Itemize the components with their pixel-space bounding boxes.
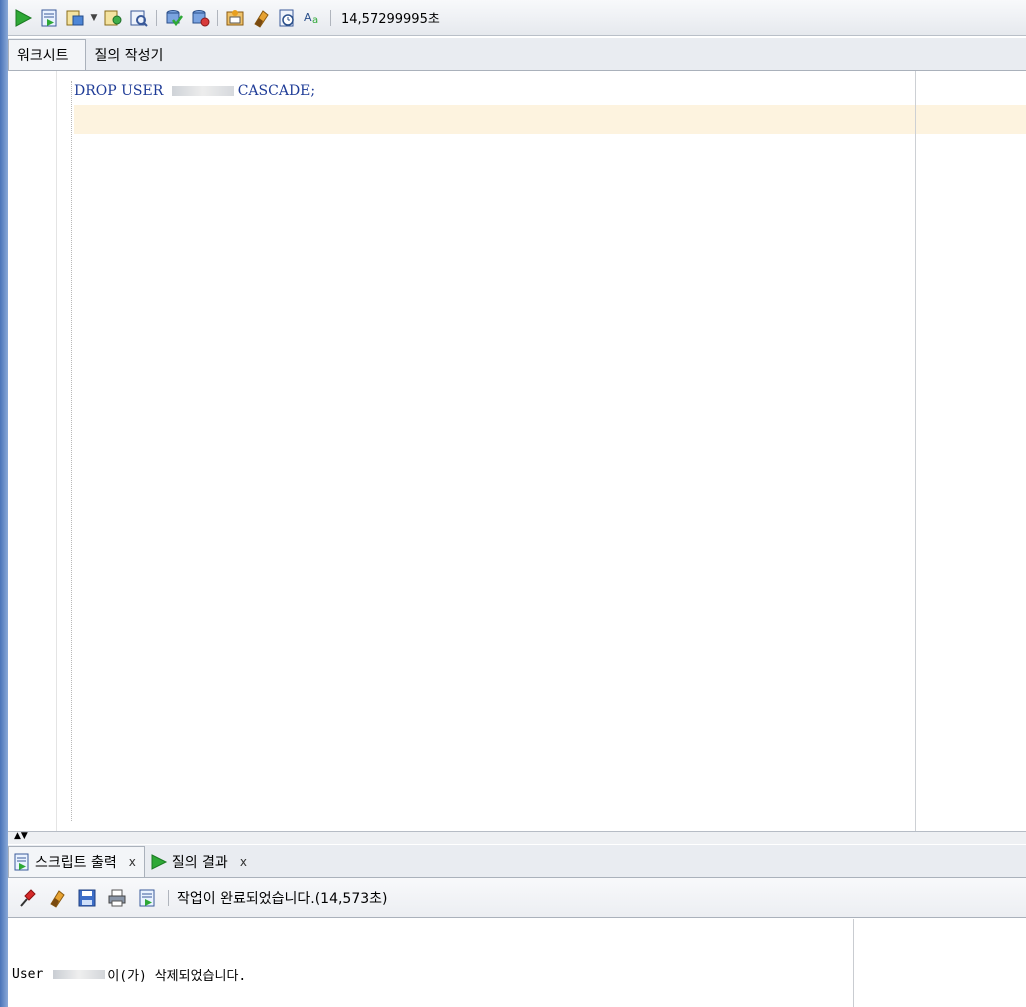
sql-drop-user: DROP USER [74,83,168,99]
toolbar-separator [168,889,169,906]
fold-guide [71,81,72,821]
unshared-sql-icon[interactable] [224,7,246,29]
svg-text:a: a [312,15,318,26]
save-icon[interactable] [76,887,98,909]
output-divider [853,919,854,1007]
run-script-icon[interactable] [38,7,60,29]
svg-text:A: A [304,11,312,24]
toolbar-separator [217,9,218,26]
current-line-highlight [74,105,1026,134]
autotrace-icon[interactable] [64,7,86,29]
output-prefix: User [12,967,44,982]
output-script-icon[interactable] [136,887,158,909]
sql-cascade: CASCADE; [237,83,316,99]
print-icon[interactable] [106,887,128,909]
tab-script-output-label: 스크립트 출력 [35,855,117,871]
script-output-icon [13,853,31,871]
pin-icon[interactable] [16,887,38,909]
dropdown-arrow-icon[interactable]: ▼ [90,13,98,23]
tab-query-result[interactable]: 질의 결과 x [145,846,256,877]
rollback-icon[interactable] [189,7,211,29]
output-toolbar: 작업이 완료되었습니다.(14,573초) [8,878,1026,918]
clear-icon[interactable] [250,7,272,29]
tab-query-builder[interactable]: 질의 작성기 [86,39,181,70]
tab-worksheet[interactable]: 워크시트 [8,39,86,70]
sql-history-icon[interactable] [276,7,298,29]
close-icon[interactable]: x [240,855,247,869]
format-icon[interactable]: Aa [302,7,324,29]
tab-script-output[interactable]: 스크립트 출력 x [8,846,145,877]
tab-query-result-label: 질의 결과 [171,855,228,871]
explain-plan-icon[interactable] [102,7,124,29]
sql-statement[interactable]: DROP USER CASCADE; [74,83,315,99]
output-suffix: 이(가) 삭제되었습니다. [107,969,247,984]
output-message: User 이(가) 삭제되었습니다. [12,965,246,984]
sql-worksheet-app: ▼ Aa 14,57299995초 워크시트 질의 작성기 DROP USER … [8,0,1026,1007]
clear-icon[interactable] [46,887,68,909]
pane-splitter[interactable]: ▲▼ [8,831,1026,844]
status-message: 작업이 완료되었습니다.(14,573초) [177,890,388,907]
tab-worksheet-label: 워크시트 [17,48,69,64]
output-tabs: 스크립트 출력 x 질의 결과 x [8,845,1026,878]
script-output-panel[interactable]: User 이(가) 삭제되었습니다. [8,919,1026,1007]
toolbar-separator [330,9,331,26]
close-icon[interactable]: x [129,855,136,869]
right-margin-line [915,71,916,831]
run-icon [150,853,168,871]
window-left-edge [0,0,8,1007]
splitter-arrows-icon[interactable]: ▲▼ [14,832,28,841]
line-gutter [8,71,57,831]
sql-editor[interactable]: DROP USER CASCADE; [8,71,1026,831]
redacted-username [53,970,106,979]
main-toolbar: ▼ Aa 14,57299995초 [8,0,1026,36]
commit-icon[interactable] [163,7,185,29]
redacted-username [171,86,234,96]
run-statement-icon[interactable] [12,7,34,29]
sql-tuning-icon[interactable] [128,7,150,29]
toolbar-separator [156,9,157,26]
editor-tabs: 워크시트 질의 작성기 [8,38,1026,71]
execution-time: 14,57299995초 [341,12,440,27]
tab-query-builder-label: 질의 작성기 [94,48,164,64]
